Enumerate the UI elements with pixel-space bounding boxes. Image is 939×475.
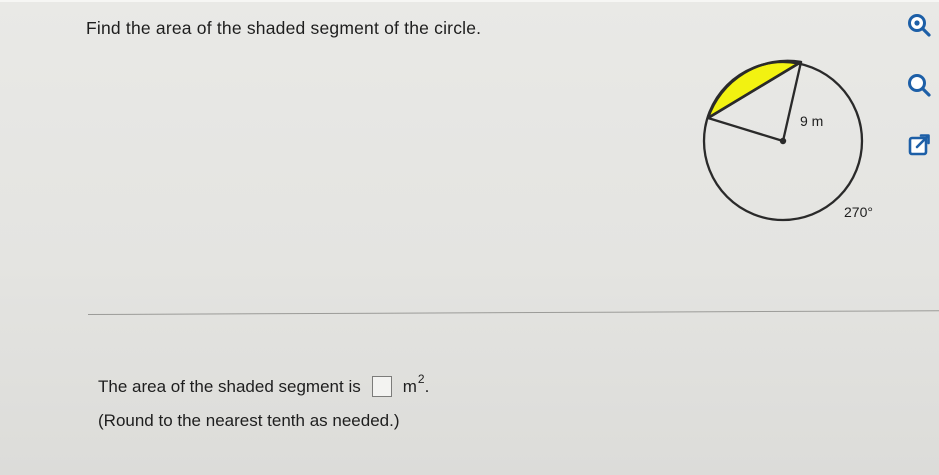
answer-unit-exponent: 2 xyxy=(417,371,425,386)
circle-figure: 9 m 270° xyxy=(700,52,900,242)
radius-line-left xyxy=(707,116,784,143)
answer-input-box[interactable] xyxy=(371,376,392,397)
top-rule xyxy=(0,0,939,2)
open-new-window-button[interactable] xyxy=(904,130,934,160)
external-link-icon xyxy=(906,132,932,158)
answer-unit-base: m xyxy=(402,376,417,396)
zoom-out-icon xyxy=(906,72,932,98)
rounding-instruction: (Round to the nearest tenth as needed.) xyxy=(98,411,400,430)
center-point xyxy=(779,137,787,145)
zoom-out-button[interactable] xyxy=(904,70,934,100)
zoom-in-icon xyxy=(906,12,932,38)
question-text: Find the area of the shaded segment of t… xyxy=(86,18,482,38)
radius-line-upper xyxy=(781,61,803,142)
answer-line: The area of the shaded segment is m2. xyxy=(98,372,430,397)
answer-suffix: . xyxy=(424,376,430,396)
answer-prefix: The area of the shaded segment is xyxy=(98,376,361,396)
section-divider xyxy=(87,310,939,315)
circle-diagram: 9 m 270° xyxy=(702,59,873,222)
angle-label: 270° xyxy=(844,204,873,220)
zoom-in-button[interactable] xyxy=(904,10,934,40)
radius-label: 9 m xyxy=(800,113,823,129)
